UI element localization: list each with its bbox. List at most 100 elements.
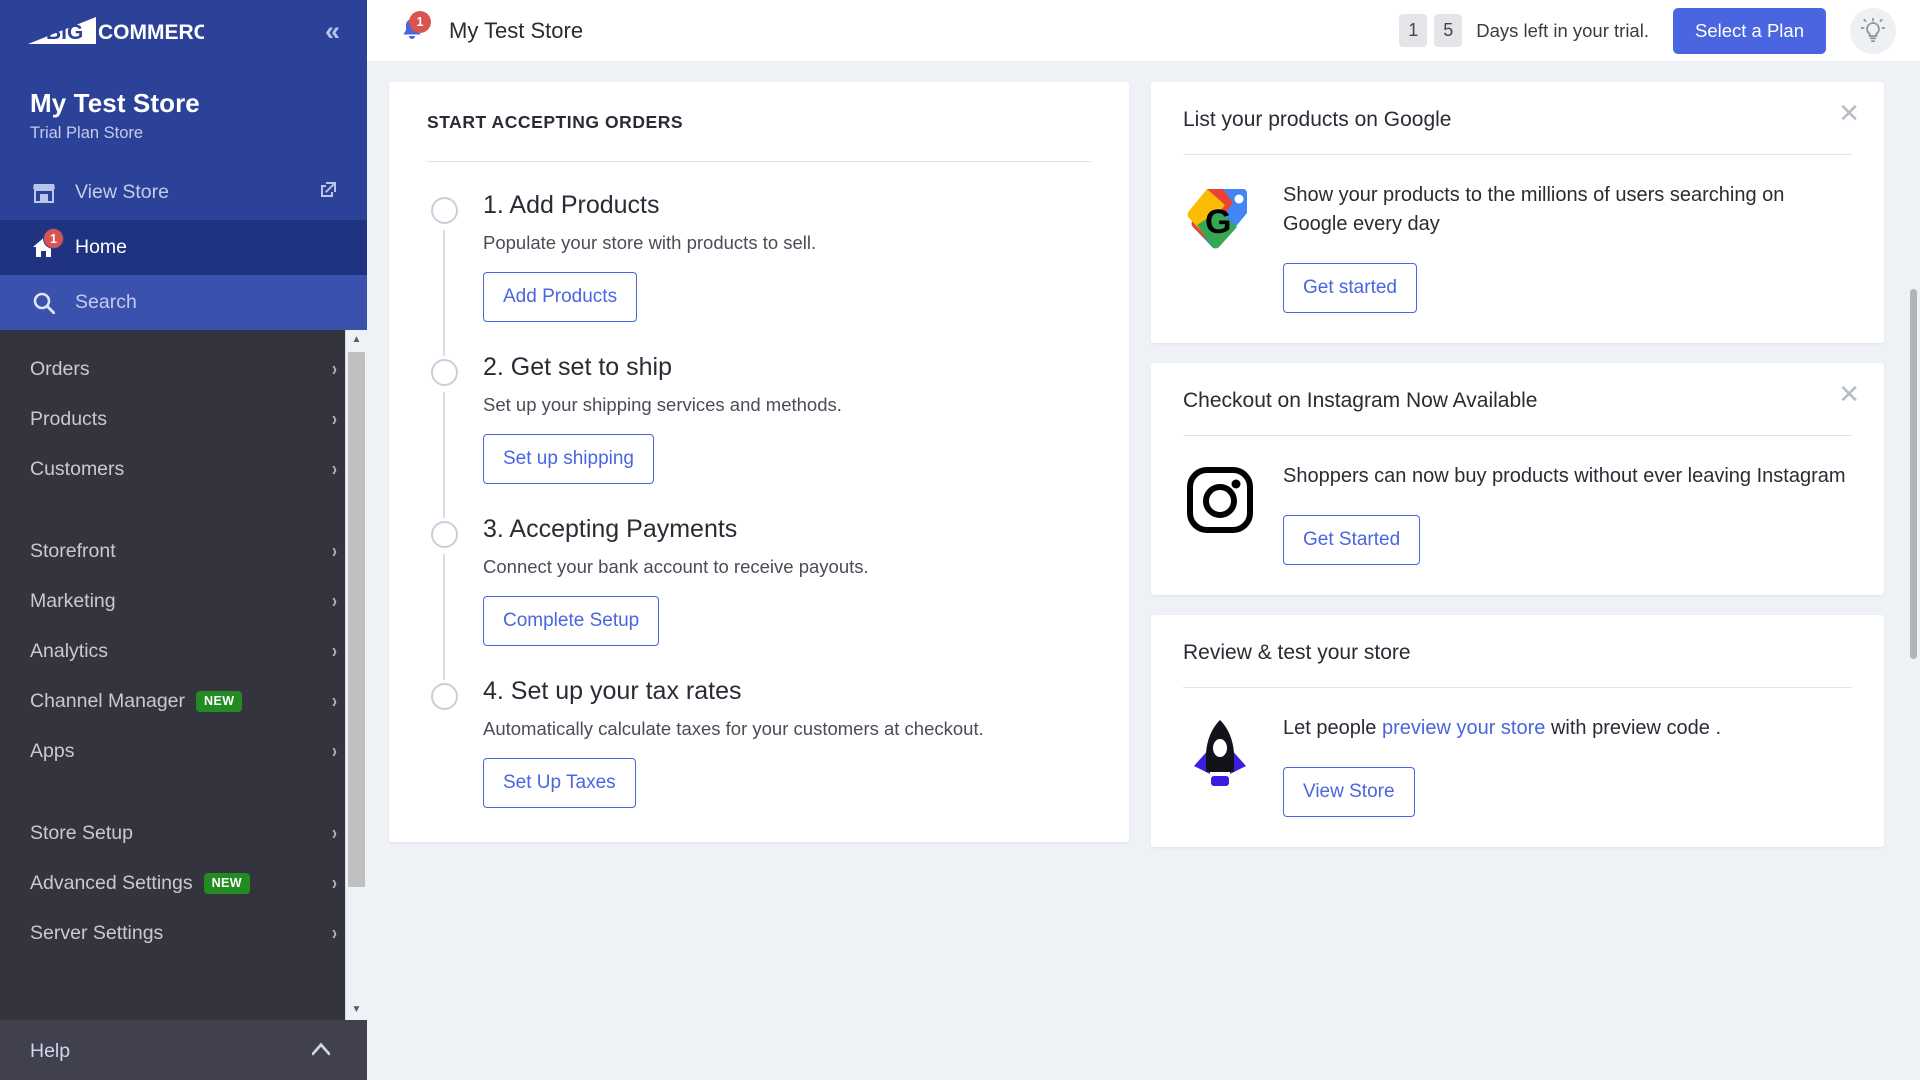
promo-body: Shoppers can now buy products without ev… xyxy=(1183,462,1852,565)
set-up-shipping-button[interactable]: Set up shipping xyxy=(483,434,654,484)
instagram-get-started-button[interactable]: Get Started xyxy=(1283,515,1420,565)
sidebar-item-label: View Store xyxy=(75,181,169,204)
close-icon[interactable]: ✕ xyxy=(1838,100,1860,126)
step-title: 4. Set up your tax rates xyxy=(483,676,1091,706)
home-icon: 1 xyxy=(30,237,57,258)
step-body: 1. Add Products Populate your store with… xyxy=(483,190,1091,352)
step-description: Connect your bank account to receive pay… xyxy=(483,556,1091,578)
scroll-down-arrow-icon[interactable]: ▼ xyxy=(352,1000,362,1020)
sidebar-item-orders[interactable]: Orders › xyxy=(0,344,367,394)
lightbulb-icon xyxy=(1859,17,1887,45)
step-body: 3. Accepting Payments Connect your bank … xyxy=(483,514,1091,676)
trial-days-label: Days left in your trial. xyxy=(1476,20,1649,42)
sidebar-help-section[interactable]: Help xyxy=(0,1020,367,1080)
sidebar-scrollbar-track[interactable] xyxy=(346,350,367,1000)
nav-divider-gap-2 xyxy=(0,776,367,808)
chevron-right-icon: › xyxy=(332,408,337,431)
sidebar-item-store-setup[interactable]: Store Setup › xyxy=(0,808,367,858)
complete-setup-button[interactable]: Complete Setup xyxy=(483,596,659,646)
sidebar-item-label: Products xyxy=(30,408,107,431)
chevron-right-icon: › xyxy=(332,872,337,895)
view-store-button[interactable]: View Store xyxy=(1283,767,1415,817)
sidebar-item-label: Advanced Settings xyxy=(30,872,193,895)
step-status-circle[interactable] xyxy=(431,359,458,386)
main-content: START ACCEPTING ORDERS 1. Add Products P… xyxy=(367,62,1920,1080)
onboarding-step: 2. Get set to ship Set up your shipping … xyxy=(427,352,1091,514)
chevron-right-icon: › xyxy=(332,690,337,713)
onboarding-steps: 1. Add Products Populate your store with… xyxy=(427,190,1091,808)
instagram-icon xyxy=(1183,462,1257,565)
onboarding-step: 3. Accepting Payments Connect your bank … xyxy=(427,514,1091,676)
promo-divider xyxy=(1183,154,1852,155)
notifications-button[interactable]: 1 xyxy=(393,12,431,50)
sidebar-nav-group-channels: Storefront › Marketing › Analytics › Cha… xyxy=(0,526,367,776)
google-get-started-button[interactable]: Get started xyxy=(1283,263,1417,313)
page-scrollbar-thumb[interactable] xyxy=(1910,289,1917,659)
chevron-right-icon: › xyxy=(332,590,337,613)
store-identity: My Test Store Trial Plan Store xyxy=(0,62,367,165)
step-body: 4. Set up your tax rates Automatically c… xyxy=(483,676,1091,808)
bigcommerce-logo-icon[interactable]: BIG COMMERCE xyxy=(26,17,204,45)
promo-body-text: Shoppers can now buy products without ev… xyxy=(1283,462,1852,491)
chevron-up-icon[interactable] xyxy=(311,1039,331,1061)
onboarding-step: 1. Add Products Populate your store with… xyxy=(427,190,1091,352)
chevron-right-icon: › xyxy=(332,922,337,945)
chevron-right-icon: › xyxy=(332,540,337,563)
promo-title: Review & test your store xyxy=(1183,641,1852,665)
chevron-right-icon: › xyxy=(332,458,337,481)
promo-text-column: Let people preview your store with previ… xyxy=(1283,714,1852,817)
promo-title: Checkout on Instagram Now Available xyxy=(1183,389,1852,413)
svg-text:G: G xyxy=(1205,203,1231,241)
sidebar-scrollbar[interactable]: ▲ ▼ xyxy=(345,330,367,1020)
app-root: BIG COMMERCE « My Test Store Trial Plan … xyxy=(0,0,1920,1080)
preview-your-store-link[interactable]: preview your store xyxy=(1382,717,1545,739)
sidebar-search[interactable]: Search xyxy=(0,275,367,330)
store-name: My Test Store xyxy=(30,88,337,119)
sidebar-item-analytics[interactable]: Analytics › xyxy=(0,626,367,676)
svg-text:COMMERCE: COMMERCE xyxy=(98,21,204,44)
onboarding-step: 4. Set up your tax rates Automatically c… xyxy=(427,676,1091,808)
promo-column: ✕ List your products on Google xyxy=(1151,82,1898,1080)
add-products-button[interactable]: Add Products xyxy=(483,272,637,322)
page-scrollbar[interactable] xyxy=(1904,124,1920,1080)
promo-text-column: Shoppers can now buy products without ev… xyxy=(1283,462,1852,565)
close-icon[interactable]: ✕ xyxy=(1838,381,1860,407)
promo-body: G Show your products to the millions of … xyxy=(1183,181,1852,313)
step-description: Populate your store with products to sel… xyxy=(483,232,1091,254)
chevron-double-left-icon[interactable]: « xyxy=(325,18,341,45)
onboarding-card: START ACCEPTING ORDERS 1. Add Products P… xyxy=(389,82,1129,842)
sidebar-item-label: Analytics xyxy=(30,640,108,663)
sidebar-item-label: Orders xyxy=(30,358,90,381)
tips-button[interactable] xyxy=(1850,8,1896,54)
sidebar-item-label: Marketing xyxy=(30,590,116,613)
sidebar-item-advanced-settings[interactable]: Advanced Settings NEW › xyxy=(0,858,367,908)
sidebar-item-apps[interactable]: Apps › xyxy=(0,726,367,776)
step-status-circle[interactable] xyxy=(431,197,458,224)
step-status-circle[interactable] xyxy=(431,521,458,548)
store-plan: Trial Plan Store xyxy=(30,124,337,143)
select-a-plan-button[interactable]: Select a Plan xyxy=(1673,8,1826,54)
sidebar-item-marketing[interactable]: Marketing › xyxy=(0,576,367,626)
sidebar-item-server-settings[interactable]: Server Settings › xyxy=(0,908,367,958)
step-status-circle[interactable] xyxy=(431,683,458,710)
sidebar-nav-group-settings: Store Setup › Advanced Settings NEW › Se… xyxy=(0,808,367,958)
step-body: 2. Get set to ship Set up your shipping … xyxy=(483,352,1091,514)
trial-digit-ones: 5 xyxy=(1434,14,1462,47)
help-label: Help xyxy=(30,1040,70,1063)
sidebar-search-label: Search xyxy=(75,291,137,314)
sidebar-item-home[interactable]: 1 Home xyxy=(0,220,367,275)
rocket-icon xyxy=(1183,714,1257,817)
sidebar-item-label: Storefront xyxy=(30,540,116,563)
sidebar-item-customers[interactable]: Customers › xyxy=(0,444,367,494)
sidebar-item-channel-manager[interactable]: Channel Manager NEW › xyxy=(0,676,367,726)
sidebar-item-label: Channel Manager xyxy=(30,690,185,713)
sidebar-scrollbar-thumb[interactable] xyxy=(348,352,365,887)
sidebar-item-view-store[interactable]: View Store xyxy=(0,165,367,220)
scroll-up-arrow-icon[interactable]: ▲ xyxy=(352,330,362,350)
sidebar-item-products[interactable]: Products › xyxy=(0,394,367,444)
step-title: 3. Accepting Payments xyxy=(483,514,1091,544)
sidebar-item-storefront[interactable]: Storefront › xyxy=(0,526,367,576)
set-up-taxes-button[interactable]: Set Up Taxes xyxy=(483,758,636,808)
sidebar-item-label: Server Settings xyxy=(30,922,163,945)
sidebar: BIG COMMERCE « My Test Store Trial Plan … xyxy=(0,0,367,1080)
